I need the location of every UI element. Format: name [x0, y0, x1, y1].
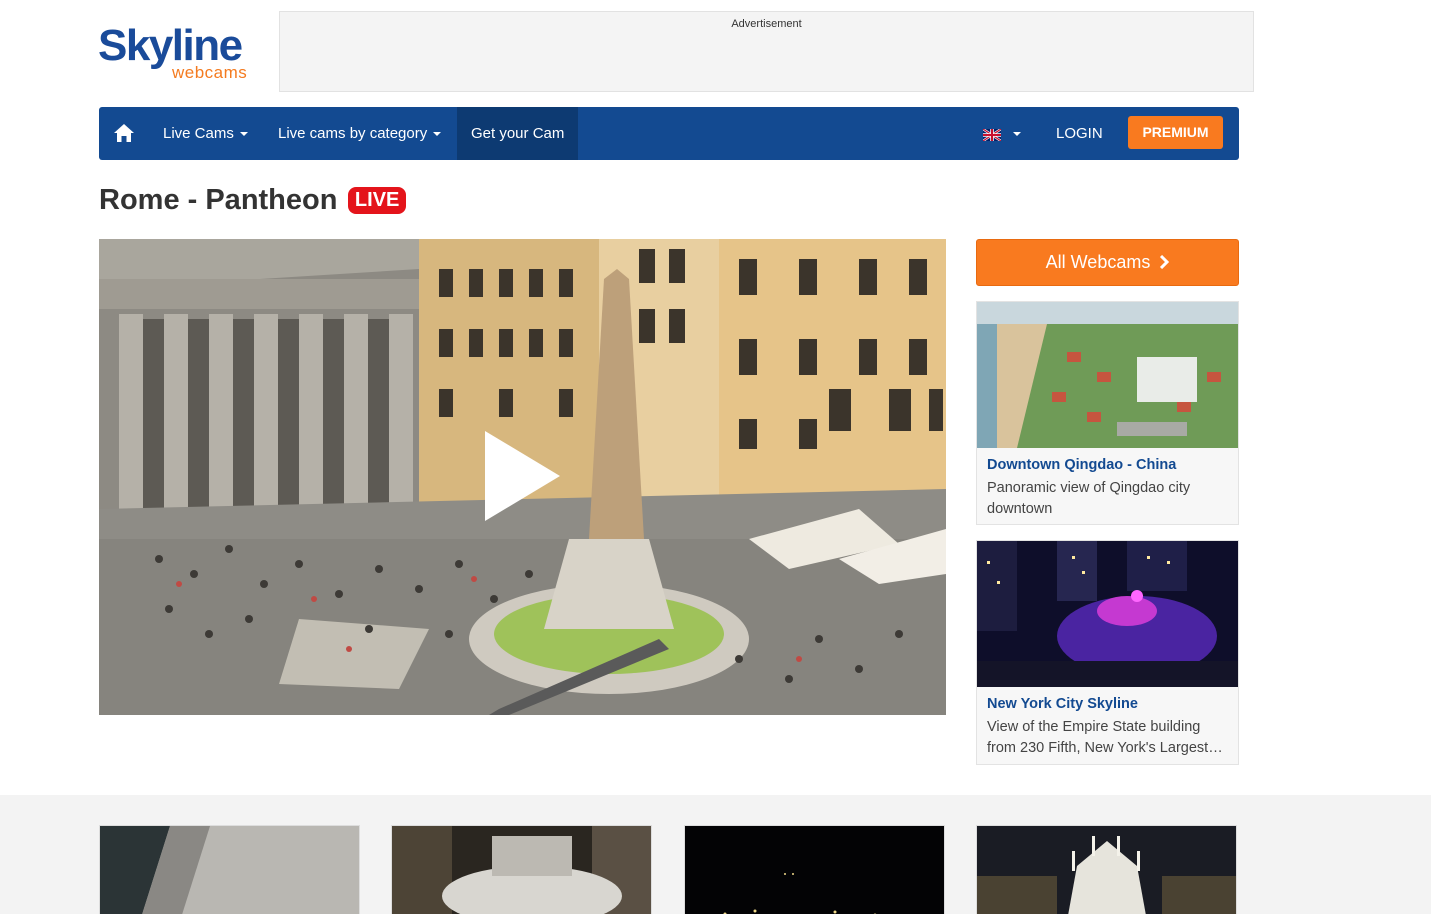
home-icon[interactable] [113, 123, 135, 143]
language-chevron-down-icon[interactable] [1013, 132, 1021, 136]
nav-get-your-cam[interactable]: Get your Cam [457, 107, 579, 160]
skyline-logo[interactable]: Skyline webcams [98, 22, 268, 82]
nav-category-label: Live cams by category [278, 125, 428, 142]
pantheon-webcam-image [99, 239, 946, 715]
nav-get-cam-label: Get your Cam [471, 125, 565, 142]
chevron-down-icon [433, 132, 442, 137]
all-webcams-button[interactable]: All Webcams [976, 239, 1239, 286]
card-description: View of the Empire State building from 2… [987, 719, 1209, 756]
nav-live-cams-label: Live Cams [163, 125, 234, 142]
related-webcam-thumbnail[interactable] [684, 825, 945, 914]
webcam-card-qingdao[interactable]: Downtown Qingdao - China Panoramic view … [976, 301, 1239, 525]
related-webcam-thumbnail[interactable] [976, 825, 1237, 914]
all-webcams-label: All Webcams [1045, 252, 1151, 272]
login-link[interactable]: LOGIN [1056, 107, 1103, 160]
card-title: Downtown Qingdao - China [987, 457, 1177, 473]
nav-live-cams-by-category[interactable]: Live cams by category [278, 107, 442, 160]
related-webcam-thumbnail[interactable] [99, 825, 360, 914]
related-webcam-thumbnail[interactable] [391, 825, 652, 914]
chevron-right-icon [1160, 254, 1170, 270]
page: Skyline webcams Advertisement Live Cams … [0, 0, 1431, 914]
webcam-video-player[interactable] [99, 239, 946, 715]
uk-flag-icon[interactable] [982, 128, 1002, 142]
new-york-thumbnail [977, 541, 1238, 687]
advertisement-banner[interactable]: Advertisement [279, 11, 1254, 92]
advertisement-label: Advertisement [731, 18, 802, 30]
card-description: Panoramic view of Qingdao city downtown [987, 480, 1191, 517]
main-navbar: Live Cams Live cams by category Get your… [99, 107, 1239, 160]
page-title-row: Rome - Pantheon LIVE [99, 184, 407, 220]
nav-live-cams[interactable]: Live Cams [163, 107, 248, 160]
qingdao-thumbnail [977, 302, 1238, 448]
webcam-card-new-york[interactable]: New York City Skyline View of the Empire… [976, 540, 1239, 765]
page-title: Rome - Pantheon [99, 184, 338, 216]
chevron-down-icon [239, 132, 248, 137]
logo-subtitle: webcams [172, 63, 248, 82]
related-webcams-strip [0, 795, 1431, 914]
card-title: New York City Skyline [987, 696, 1138, 712]
premium-button[interactable]: PREMIUM [1128, 116, 1223, 149]
live-badge: LIVE [347, 187, 407, 214]
